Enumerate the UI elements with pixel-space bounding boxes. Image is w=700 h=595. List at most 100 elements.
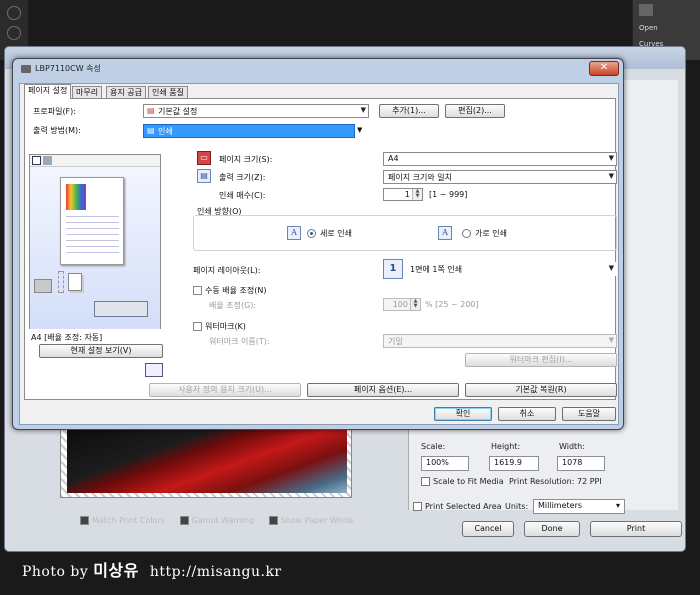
- units-label: Units:: [505, 502, 529, 511]
- preview-page: [60, 177, 124, 265]
- units-select[interactable]: Millimeters ▾: [533, 499, 625, 514]
- watermark-label[interactable]: 워터마크(K): [205, 321, 246, 332]
- lasso-tool-icon[interactable]: [7, 6, 21, 20]
- height-label: Height:: [491, 442, 521, 451]
- printer-icon: ▤: [147, 126, 155, 135]
- preview-options: Match Print Colors Gamut Warning Show Pa…: [80, 516, 365, 525]
- page-size-select[interactable]: A4 ▼: [383, 152, 617, 166]
- landscape-radio[interactable]: [462, 229, 471, 238]
- profile-label: 프로파일(F):: [33, 107, 76, 116]
- watermark-edit-button[interactable]: 워터마크 편집(I)...: [465, 353, 617, 367]
- layer-row[interactable]: [639, 4, 657, 18]
- page-view-icon[interactable]: [32, 156, 41, 165]
- scale-range: % [25 ~ 200]: [425, 300, 479, 309]
- portrait-label[interactable]: 세로 인쇄: [320, 228, 352, 239]
- height-input[interactable]: 1619.9: [489, 456, 539, 471]
- watermark-checkbox[interactable]: [193, 322, 202, 331]
- show-paper-white-checkbox[interactable]: [268, 516, 278, 525]
- portrait-radio[interactable]: [307, 229, 316, 238]
- watermark-name-label: 워터마크 이름(T):: [209, 337, 270, 346]
- scale-input[interactable]: 100%: [421, 456, 469, 471]
- profile-select[interactable]: ▤ 기본값 설정 ▼: [143, 104, 369, 118]
- print-selected-area-checkbox[interactable]: [413, 502, 422, 511]
- manual-scale-label[interactable]: 수동 배율 조정(N): [205, 285, 266, 296]
- page-layout-label: 페이지 레이아웃(L):: [193, 266, 261, 275]
- copies-label: 인쇄 매수(C):: [219, 191, 266, 200]
- spinner-arrows-icon[interactable]: ▲ ▼: [412, 189, 422, 200]
- custom-paper-size-button[interactable]: 사용자 정의 용지 크기(U)...: [149, 383, 301, 397]
- printer-icon: [21, 64, 31, 73]
- scale-spinner[interactable]: 100 ▲ ▼: [383, 298, 421, 311]
- stacked-pages-icon: [68, 273, 82, 291]
- history-item-open[interactable]: Open: [639, 24, 658, 38]
- dialog-body: 페이지 설정 마무리 용지 공급 인쇄 품질 프로파일(F): ▤ 기본값 설정…: [19, 83, 619, 425]
- ps-done-button[interactable]: Done: [524, 521, 580, 537]
- page-size-icon: ▭: [197, 151, 211, 165]
- page-options-button[interactable]: 페이지 옵션(E)...: [307, 383, 459, 397]
- landscape-icon: A: [438, 226, 452, 240]
- marquee-tool-icon[interactable]: [7, 26, 21, 40]
- page-layout-select[interactable]: 1면에 1쪽 인쇄 ▼: [405, 262, 617, 276]
- preview-header: [30, 155, 160, 167]
- view-settings-button[interactable]: 현재 설정 보기(V): [39, 344, 163, 358]
- scale-to-fit-checkbox[interactable]: [421, 477, 430, 486]
- preview-color-graphic: [66, 184, 86, 210]
- preview-caption: A4 [배율 조정: 자동]: [31, 333, 103, 342]
- output-method-label: 출력 방법(M):: [33, 126, 81, 135]
- edit-profile-button[interactable]: 편집(2)...: [445, 104, 505, 118]
- width-input[interactable]: 1078: [557, 456, 605, 471]
- photo-watermark: Photo by 미상유 http://misangu.kr: [22, 561, 282, 580]
- gamut-warning-checkbox[interactable]: [179, 516, 189, 525]
- printer-properties-dialog: LBP7110CW 속성 ✕ 페이지 설정 마무리 용지 공급 인쇄 품질 프로…: [12, 58, 624, 430]
- scale-label: Scale:: [421, 442, 446, 451]
- match-print-colors-checkbox[interactable]: [80, 516, 89, 525]
- chevron-down-icon[interactable]: ▼: [357, 126, 362, 134]
- landscape-label[interactable]: 가로 인쇄: [475, 228, 507, 239]
- layout-preview: [29, 154, 161, 329]
- add-profile-button[interactable]: 추가(1)...: [379, 104, 439, 118]
- ps-print-button[interactable]: Print: [590, 521, 682, 537]
- gamut-warning[interactable]: Gamut Warning: [179, 516, 254, 525]
- layer-thumbnail-icon: [639, 4, 653, 16]
- chevron-down-icon: ▼: [608, 154, 614, 162]
- page-order-icon: [58, 271, 64, 293]
- preview-canvas: [30, 167, 160, 329]
- chevron-down-icon: ▼: [360, 106, 366, 114]
- output-method-select[interactable]: ▤ 인쇄: [143, 124, 355, 138]
- printer-graphic-icon: [34, 279, 52, 293]
- close-button[interactable]: ✕: [589, 61, 619, 76]
- copies-range: [1 ~ 999]: [429, 190, 468, 199]
- scale-to-fit-media[interactable]: Scale to Fit Media: [421, 477, 504, 486]
- profile-icon: ▤: [147, 106, 155, 115]
- scale-label: 배율 조정(G):: [209, 301, 257, 310]
- watermark-name-select[interactable]: 기밀 ▼: [383, 334, 617, 348]
- ps-cancel-button[interactable]: Cancel: [462, 521, 514, 537]
- cancel-button[interactable]: 취소: [498, 407, 556, 421]
- restore-defaults-button[interactable]: 기본값 복원(R): [465, 383, 617, 397]
- manual-scale-checkbox[interactable]: [193, 286, 202, 295]
- ok-button[interactable]: 확인: [434, 407, 492, 421]
- print-selected-area[interactable]: Print Selected Area: [413, 502, 502, 511]
- print-resolution-text: Print Resolution: 72 PPI: [509, 477, 602, 486]
- chevron-down-icon: ▼: [608, 264, 614, 272]
- tab-page-setup[interactable]: 페이지 설정: [24, 84, 72, 99]
- spinner-arrows-icon[interactable]: ▲ ▼: [410, 299, 420, 310]
- match-print-colors[interactable]: Match Print Colors: [80, 516, 165, 525]
- orientation-group: [193, 215, 617, 251]
- show-paper-white[interactable]: Show Paper White: [268, 516, 353, 525]
- copies-spinner[interactable]: 1 ▲ ▼: [383, 188, 423, 201]
- help-button[interactable]: 도움말: [562, 407, 616, 421]
- printer-view-icon[interactable]: [43, 156, 52, 165]
- output-size-select[interactable]: 페이지 크기와 일치 ▼: [383, 170, 617, 184]
- output-size-icon: ▤: [197, 169, 211, 183]
- width-label: Width:: [559, 442, 585, 451]
- preview-photo: [67, 421, 347, 493]
- info-icon[interactable]: [145, 363, 163, 377]
- chevron-down-icon: ▼: [608, 172, 614, 180]
- page-size-label: 페이지 크기(S):: [219, 155, 273, 164]
- dialog-titlebar: LBP7110CW 속성: [13, 59, 623, 81]
- chevron-down-icon: ▾: [615, 501, 620, 510]
- output-size-label: 출력 크기(Z):: [219, 173, 266, 182]
- chevron-down-icon: ▼: [608, 336, 614, 344]
- tab-page-setup-pane: 프로파일(F): ▤ 기본값 설정 ▼ 추가(1)... 편집(2)... 출력 …: [24, 98, 617, 400]
